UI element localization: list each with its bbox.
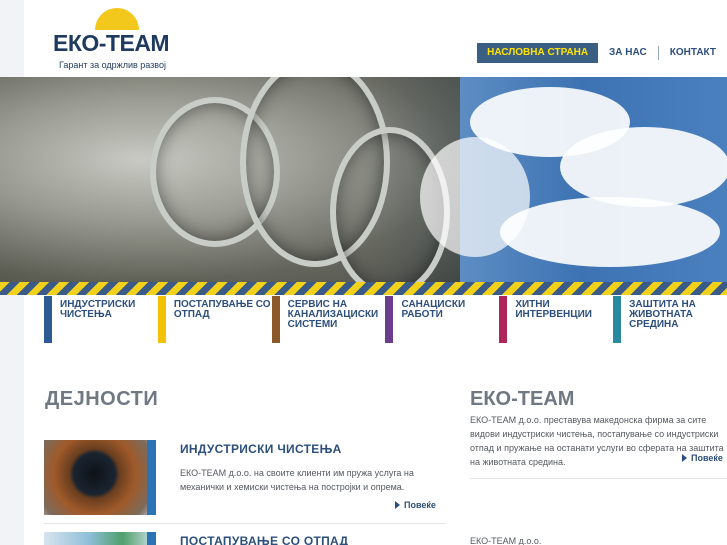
arrow-right-icon — [682, 454, 687, 462]
hero-cloud — [500, 197, 720, 267]
services-bar: ИНДУСТРИСКИ ЧИСТЕЊА ПОСТАПУВАЊЕ СО ОТПАД… — [44, 296, 727, 343]
service-label: РАБОТИ — [401, 309, 443, 320]
service-color-bar — [157, 296, 166, 343]
service-remediation[interactable]: САНАЦИСКИ РАБОТИ — [385, 296, 499, 343]
service-label: СРЕДИНА — [629, 319, 679, 330]
logo-name: ЕКО-TEAM — [53, 30, 170, 56]
sun-icon — [95, 8, 139, 30]
activity-title[interactable]: ПОСТАПУВАЊЕ СО ОТПАД — [180, 534, 348, 545]
section-title-activities: ДЕЈНОСТИ — [45, 388, 159, 410]
nav-home[interactable]: НАСЛОВНА СТРАНА — [477, 43, 599, 63]
activity-item: ПОСТАПУВАЊЕ СО ОТПАД — [44, 532, 446, 545]
service-waste-handling[interactable]: ПОСТАПУВАЊЕ СО ОТПАД — [157, 296, 272, 343]
service-color-bar — [499, 296, 508, 343]
activity-item: ИНДУСТРИСКИ ЧИСТЕЊА ЕКО-TEAM д.о.о. на с… — [44, 440, 446, 515]
service-color-bar — [613, 296, 622, 343]
service-industrial-cleaning[interactable]: ИНДУСТРИСКИ ЧИСТЕЊА — [44, 296, 158, 343]
service-environment[interactable]: ЗАШТИТА НА ЖИВОТНАТА СРЕДИНА — [613, 296, 727, 343]
about-more-link[interactable]: Повеќе — [682, 453, 723, 463]
thumbnail-accent — [147, 440, 156, 515]
about-title: ЕКО-TEAM — [470, 388, 575, 410]
activity-description: ЕКО-TEAM д.о.о. на своите клиенти им пру… — [180, 468, 414, 492]
service-color-bar — [271, 296, 280, 343]
hero-image — [0, 77, 727, 283]
service-sewage-systems[interactable]: СЕРВИС НА КАНАЛИЗАЦИСКИ СИСТЕМИ — [271, 296, 386, 343]
more-link[interactable]: Повеќе — [395, 500, 436, 510]
nav-about[interactable]: ЗА НАС — [598, 46, 658, 60]
activity-thumbnail[interactable] — [44, 532, 156, 545]
nav-contact[interactable]: КОНТАКТ — [657, 46, 727, 60]
thumbnail-accent — [147, 532, 156, 545]
service-color-bar — [385, 296, 394, 343]
service-label: ОТПАД — [173, 309, 210, 320]
arrow-right-icon — [395, 501, 400, 509]
logo[interactable]: ЕКО-TEAM Гарант за одржлив развој — [50, 8, 185, 74]
more-link-label: Повеќе — [691, 453, 723, 463]
activity-thumbnail[interactable] — [44, 440, 156, 515]
more-link-label: Повеќе — [404, 500, 436, 510]
main-nav: НАСЛОВНА СТРАНА ЗА НАС КОНТАКТ — [477, 43, 727, 63]
divider — [470, 478, 727, 479]
service-label: ИНТЕРВЕНЦИИ — [515, 309, 592, 320]
hero-cloud — [560, 127, 727, 207]
hazard-stripe — [0, 282, 727, 295]
page: ЕКО-TEAM Гарант за одржлив развој НАСЛОВ… — [0, 0, 727, 545]
about-footer: ЕКО-TEAM д.о.о. — [470, 536, 542, 545]
logo-tagline: Гарант за одржлив развој — [59, 60, 166, 70]
service-emergency[interactable]: ХИТНИ ИНТЕРВЕНЦИИ — [499, 296, 613, 343]
service-label: СИСТЕМИ — [287, 319, 338, 330]
service-label: ЧИСТЕЊА — [60, 309, 112, 320]
activity-title[interactable]: ИНДУСТРИСКИ ЧИСТЕЊА — [180, 442, 342, 456]
service-color-bar — [44, 296, 52, 343]
hero-cloud — [420, 137, 530, 257]
divider — [44, 523, 446, 524]
